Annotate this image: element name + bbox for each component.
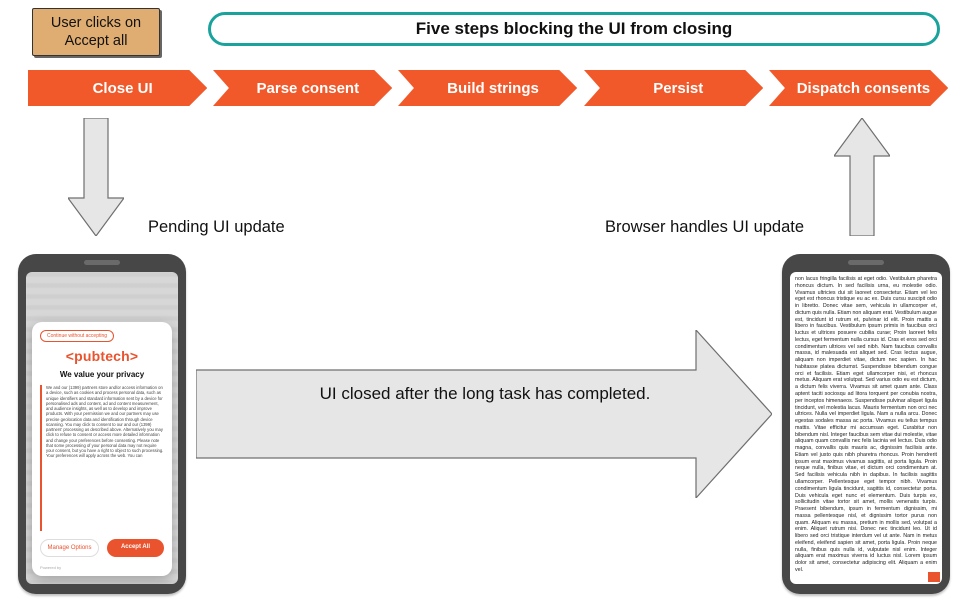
- step-close-ui: Close UI: [28, 70, 207, 106]
- user-action-box: User clicks on Accept all: [32, 8, 160, 56]
- step-dispatch-consents: Dispatch consents: [769, 70, 948, 106]
- headline-text: Five steps blocking the UI from closing: [416, 19, 732, 39]
- phone-before: Continue without accepting <pubtech> We …: [18, 254, 186, 594]
- arrow-up-icon: [834, 118, 890, 236]
- step-label: Dispatch consents: [769, 70, 948, 106]
- step-label: Close UI: [28, 70, 207, 106]
- step-label: Build strings: [398, 70, 577, 106]
- phone-after: non lacus fringilla facilisis at eget od…: [782, 254, 950, 594]
- user-action-text: User clicks on Accept all: [39, 14, 153, 50]
- blocking-steps-headline: Five steps blocking the UI from closing: [208, 12, 940, 46]
- corner-flag-icon: [928, 572, 940, 582]
- powered-by-label: Powered by: [40, 565, 164, 570]
- article-text: non lacus fringilla facilisis at eget od…: [795, 276, 937, 580]
- step-build-strings: Build strings: [398, 70, 577, 106]
- arrow-right-icon: [196, 330, 772, 498]
- accept-all-button[interactable]: Accept All: [107, 539, 164, 557]
- consent-modal: Continue without accepting <pubtech> We …: [32, 322, 172, 576]
- manage-options-button[interactable]: Manage Options: [40, 539, 99, 557]
- modal-headline: We value your privacy: [60, 370, 144, 379]
- modal-button-row: Manage Options Accept All: [40, 539, 164, 557]
- center-message: UI closed after the long task has comple…: [275, 384, 695, 404]
- continue-without-accepting-link[interactable]: Continue without accepting: [40, 330, 114, 342]
- modal-body-text: We and our (1399) partners store and/or …: [40, 385, 164, 531]
- pending-update-label: Pending UI update: [148, 218, 285, 237]
- step-parse-consent: Parse consent: [213, 70, 392, 106]
- phone-after-screen: non lacus fringilla facilisis at eget od…: [790, 272, 942, 584]
- phone-before-screen: Continue without accepting <pubtech> We …: [26, 272, 178, 584]
- step-label: Parse consent: [213, 70, 392, 106]
- browser-handles-label: Browser handles UI update: [605, 218, 804, 237]
- step-label: Persist: [584, 70, 763, 106]
- pubtech-logo: <pubtech>: [66, 348, 139, 364]
- steps-row: Close UI Parse consent Build strings Per…: [28, 70, 948, 106]
- arrow-down-icon: [68, 118, 124, 236]
- step-persist: Persist: [584, 70, 763, 106]
